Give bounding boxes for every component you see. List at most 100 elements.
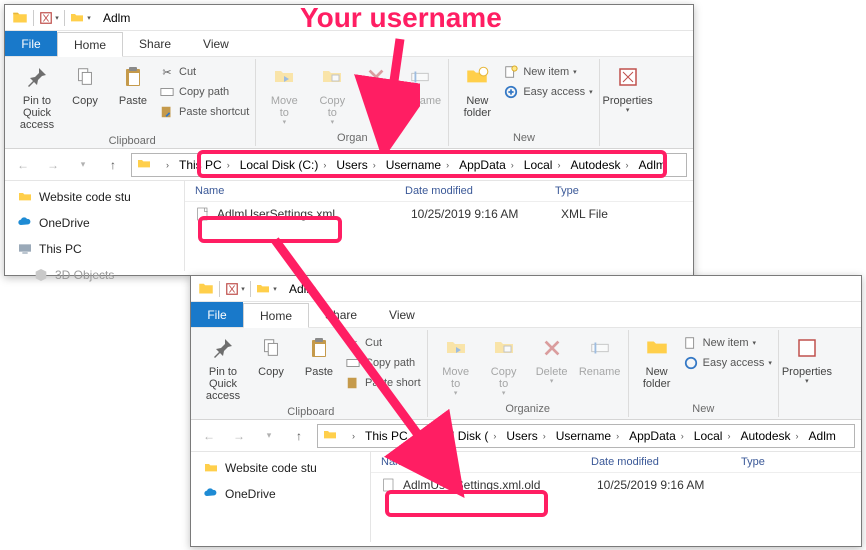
- pin-to-quick-access-button[interactable]: Pin to Quick access: [13, 59, 61, 133]
- breadcrumb-item[interactable]: Adlm: [634, 158, 671, 172]
- tab-view[interactable]: View: [187, 31, 245, 56]
- back-button[interactable]: ←: [11, 153, 35, 177]
- forward-button[interactable]: →: [41, 153, 65, 177]
- explorer-window-1: ▾ ▾ Adlm File Home Share View Pin to Qui…: [4, 4, 694, 276]
- up-button[interactable]: ↑: [101, 153, 125, 177]
- breadcrumb-item[interactable]: Autodesk›: [735, 429, 803, 443]
- paste-shortcut-button[interactable]: Paste short: [343, 374, 423, 392]
- recent-locations-button[interactable]: ▾: [71, 153, 95, 177]
- tab-home[interactable]: Home: [57, 32, 123, 57]
- tab-view[interactable]: View: [373, 302, 431, 327]
- breadcrumb-item[interactable]: Username›: [381, 158, 454, 172]
- copy-to-button[interactable]: Copy to▾: [480, 330, 528, 400]
- sidebar-item-quick-access[interactable]: Website code stu: [195, 458, 366, 478]
- content-body: Website code stu OneDrive Name Date modi…: [191, 452, 861, 542]
- breadcrumb-item[interactable]: AppData›: [454, 158, 519, 172]
- ribbon-group-organize: Move to ▾ Copy to ▾ Del: [256, 59, 449, 146]
- breadcrumb-item[interactable]: Username›: [551, 429, 624, 443]
- pin-icon: [21, 61, 53, 93]
- copy-path-label: Copy path: [179, 86, 229, 98]
- breadcrumb-item[interactable]: Local Disk (›: [421, 429, 502, 443]
- column-name[interactable]: Name: [381, 456, 591, 468]
- sidebar-item-thispc[interactable]: This PC: [9, 239, 180, 259]
- column-type[interactable]: Type: [555, 185, 655, 197]
- move-to-button[interactable]: Move to▾: [432, 330, 480, 400]
- rename-button[interactable]: Rename: [396, 59, 444, 129]
- address-bar[interactable]: › This PC› Local Disk (› Users› Username…: [317, 424, 855, 448]
- sidebar-item-onedrive[interactable]: OneDrive: [195, 484, 366, 504]
- pin-to-quick-access-button[interactable]: Pin to Quick access: [199, 330, 247, 404]
- paste-button[interactable]: Paste: [109, 59, 157, 133]
- forward-button[interactable]: →: [227, 424, 251, 448]
- copy-button[interactable]: Copy: [247, 330, 295, 404]
- new-item-button[interactable]: New item▾: [681, 334, 774, 352]
- breadcrumb-item[interactable]: This PC›: [360, 429, 421, 443]
- properties-icon: [791, 332, 823, 364]
- tab-file[interactable]: File: [5, 31, 57, 56]
- sidebar-item-onedrive[interactable]: OneDrive: [9, 213, 180, 233]
- breadcrumb-item[interactable]: Local Disk (C:)›: [235, 158, 332, 172]
- breadcrumb-item[interactable]: Users›: [501, 429, 550, 443]
- column-type[interactable]: Type: [741, 456, 841, 468]
- tab-home[interactable]: Home: [243, 303, 309, 328]
- address-bar[interactable]: › This PC› Local Disk (C:)› Users› Usern…: [131, 153, 687, 177]
- cut-button[interactable]: ✂ Cut: [157, 63, 251, 81]
- breadcrumb-item[interactable]: Adlm: [804, 429, 841, 443]
- sidebar-item-3dobjects[interactable]: 3D Objects: [9, 265, 180, 285]
- tab-share[interactable]: Share: [309, 302, 373, 327]
- new-item-icon: [503, 64, 519, 80]
- new-item-label: New item: [523, 66, 569, 78]
- new-folder-button[interactable]: New folder: [453, 59, 501, 121]
- easy-access-button[interactable]: Easy access ▾: [501, 83, 594, 101]
- move-to-button[interactable]: Move to ▾: [260, 59, 308, 129]
- nav-row: ← → ▾ ↑ › This PC› Local Disk (C:)› User…: [5, 149, 693, 181]
- copy-path-button[interactable]: Copy path: [157, 83, 251, 101]
- breadcrumb-item[interactable]: Users›: [331, 158, 380, 172]
- breadcrumb-item[interactable]: AppData›: [624, 429, 689, 443]
- copy-to-button[interactable]: Copy to ▾: [308, 59, 356, 129]
- properties-button[interactable]: Properties ▾: [604, 59, 652, 117]
- breadcrumb-item[interactable]: Local›: [689, 429, 736, 443]
- breadcrumb-item[interactable]: Autodesk›: [565, 158, 633, 172]
- breadcrumb-item[interactable]: Local›: [519, 158, 566, 172]
- copy-button[interactable]: Copy: [61, 59, 109, 133]
- sidebar-label: 3D Objects: [55, 268, 114, 282]
- back-button[interactable]: ←: [197, 424, 221, 448]
- file-name: AdlmUserSettings.xml: [217, 207, 411, 221]
- ribbon-group-clipboard: Pin to Quick access Copy Paste ✂Cut Copy…: [195, 330, 428, 417]
- easy-access-icon: [503, 84, 519, 100]
- new-folder-button[interactable]: New folder: [633, 330, 681, 392]
- window-title: Adlm: [289, 282, 316, 296]
- cut-button[interactable]: ✂Cut: [343, 334, 423, 352]
- breadcrumb-item[interactable]: This PC›: [174, 158, 235, 172]
- new-item-button[interactable]: New item ▾: [501, 63, 594, 81]
- file-date: 10/25/2019 9:16 AM: [411, 207, 561, 221]
- qat-properties-icon[interactable]: ▾: [38, 7, 60, 29]
- column-headers: Name Date modified Type: [185, 181, 693, 202]
- qat-folder-icon[interactable]: ▾: [255, 278, 277, 300]
- qat-properties-icon[interactable]: ▾: [224, 278, 246, 300]
- paste-button[interactable]: Paste: [295, 330, 343, 404]
- column-date[interactable]: Date modified: [405, 185, 555, 197]
- recent-locations-button[interactable]: ▾: [257, 424, 281, 448]
- tab-file[interactable]: File: [191, 302, 243, 327]
- sidebar-item-quick-access[interactable]: Website code stu: [9, 187, 180, 207]
- rename-icon: [584, 332, 616, 364]
- delete-button[interactable]: Delete▾: [528, 330, 576, 400]
- sidebar-label: This PC: [39, 242, 82, 256]
- up-button[interactable]: ↑: [287, 424, 311, 448]
- file-row[interactable]: AdlmUserSettings.xml.old 10/25/2019 9:16…: [371, 473, 861, 497]
- column-name[interactable]: Name: [195, 185, 405, 197]
- delete-button[interactable]: Del: [356, 59, 396, 129]
- paste-shortcut-icon: [159, 104, 175, 120]
- file-list-area: Name Date modified Type AdlmUserSettings…: [371, 452, 861, 542]
- properties-button[interactable]: Properties▾: [783, 330, 831, 388]
- rename-button[interactable]: Rename: [576, 330, 624, 400]
- qat-folder-icon[interactable]: ▾: [69, 7, 91, 29]
- column-date[interactable]: Date modified: [591, 456, 741, 468]
- copy-path-button[interactable]: Copy path: [343, 354, 423, 372]
- easy-access-button[interactable]: Easy access▾: [681, 354, 774, 372]
- paste-shortcut-button[interactable]: Paste shortcut: [157, 103, 251, 121]
- tab-share[interactable]: Share: [123, 31, 187, 56]
- file-row[interactable]: AdlmUserSettings.xml 10/25/2019 9:16 AM …: [185, 202, 693, 226]
